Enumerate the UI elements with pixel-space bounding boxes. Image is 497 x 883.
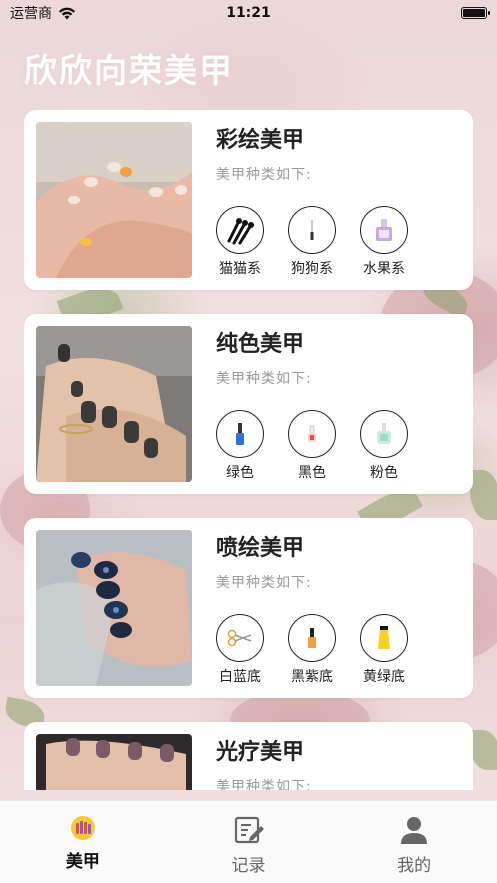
type-item[interactable]: 水果系 — [360, 206, 408, 278]
blue-nails-photo — [36, 530, 192, 686]
type-item[interactable]: 粉色 — [360, 410, 408, 482]
category-card[interactable]: 喷绘美甲 美甲种类如下: 白蓝底 黑紫底 黄绿底 — [24, 518, 473, 698]
dark-nails-photo — [36, 326, 192, 482]
type-list: 猫猫系 狗狗系 水果系 — [216, 206, 408, 278]
polish-bottle-icon — [360, 206, 408, 254]
brush-icon — [288, 206, 336, 254]
battery-icon — [461, 7, 490, 19]
card-subtitle: 美甲种类如下: — [216, 167, 312, 183]
type-item[interactable]: 绿色 — [216, 410, 264, 482]
orange-polish-icon — [288, 614, 336, 662]
card-subtitle: 美甲种类如下: — [216, 779, 312, 790]
scissors-icon — [216, 614, 264, 662]
blue-polish-icon — [216, 410, 264, 458]
tab-label: 美甲 — [65, 852, 100, 872]
card-subtitle: 美甲种类如下: — [216, 575, 312, 591]
nude-nails-photo — [36, 734, 192, 790]
tab-nails[interactable]: 美甲 — [0, 801, 166, 883]
clock: 11:21 — [226, 5, 271, 21]
type-label: 粉色 — [370, 465, 398, 481]
battery-level — [463, 9, 485, 17]
type-item[interactable]: 狗狗系 — [288, 206, 336, 278]
type-label: 白蓝底 — [219, 669, 261, 685]
type-item[interactable]: 黑紫底 — [288, 614, 336, 686]
nail-polish-tab-icon — [70, 816, 95, 840]
person-icon — [401, 817, 428, 844]
type-label: 黑色 — [298, 465, 326, 481]
card-title: 彩绘美甲 — [216, 128, 305, 153]
type-item[interactable]: 黑色 — [288, 410, 336, 482]
card-subtitle: 美甲种类如下: — [216, 371, 312, 387]
tab-label: 我的 — [397, 856, 432, 876]
type-label: 黄绿底 — [363, 669, 405, 685]
category-card[interactable]: 光疗美甲 美甲种类如下: — [24, 722, 473, 790]
painted-nails-photo — [36, 122, 192, 278]
red-polish-icon — [288, 410, 336, 458]
card-title: 纯色美甲 — [216, 332, 305, 357]
status-bar: 运营商 11:21 — [0, 0, 497, 26]
type-label: 绿色 — [226, 465, 254, 481]
type-list: 白蓝底 黑紫底 黄绿底 — [216, 614, 408, 686]
type-item[interactable]: 白蓝底 — [216, 614, 264, 686]
tab-bar: 美甲 记录 我的 — [0, 800, 497, 883]
tab-label: 记录 — [231, 856, 266, 876]
yellow-tube-icon — [360, 614, 408, 662]
card-title: 喷绘美甲 — [216, 536, 305, 561]
tab-records[interactable]: 记录 — [166, 801, 332, 883]
type-label: 猫猫系 — [219, 261, 261, 277]
green-polish-icon — [360, 410, 408, 458]
type-label: 水果系 — [363, 261, 405, 277]
type-item[interactable]: 黄绿底 — [360, 614, 408, 686]
type-item[interactable]: 猫猫系 — [216, 206, 264, 278]
brushes-icon — [216, 206, 264, 254]
tab-profile[interactable]: 我的 — [331, 801, 497, 883]
category-card[interactable]: 纯色美甲 美甲种类如下: 绿色 黑色 粉色 — [24, 314, 473, 494]
type-list: 绿色 黑色 粉色 — [216, 410, 408, 482]
category-card[interactable]: 彩绘美甲 美甲种类如下: 猫猫系 狗狗系 水果系 — [24, 110, 473, 290]
type-label: 黑紫底 — [291, 669, 333, 685]
category-list[interactable]: 彩绘美甲 美甲种类如下: 猫猫系 狗狗系 水果系 纯色美甲 美甲种类如下: 绿色… — [24, 110, 473, 790]
edit-note-icon — [234, 816, 264, 844]
card-title: 光疗美甲 — [216, 740, 305, 765]
page-title: 欣欣向荣美甲 — [24, 51, 234, 90]
type-label: 狗狗系 — [291, 261, 333, 277]
